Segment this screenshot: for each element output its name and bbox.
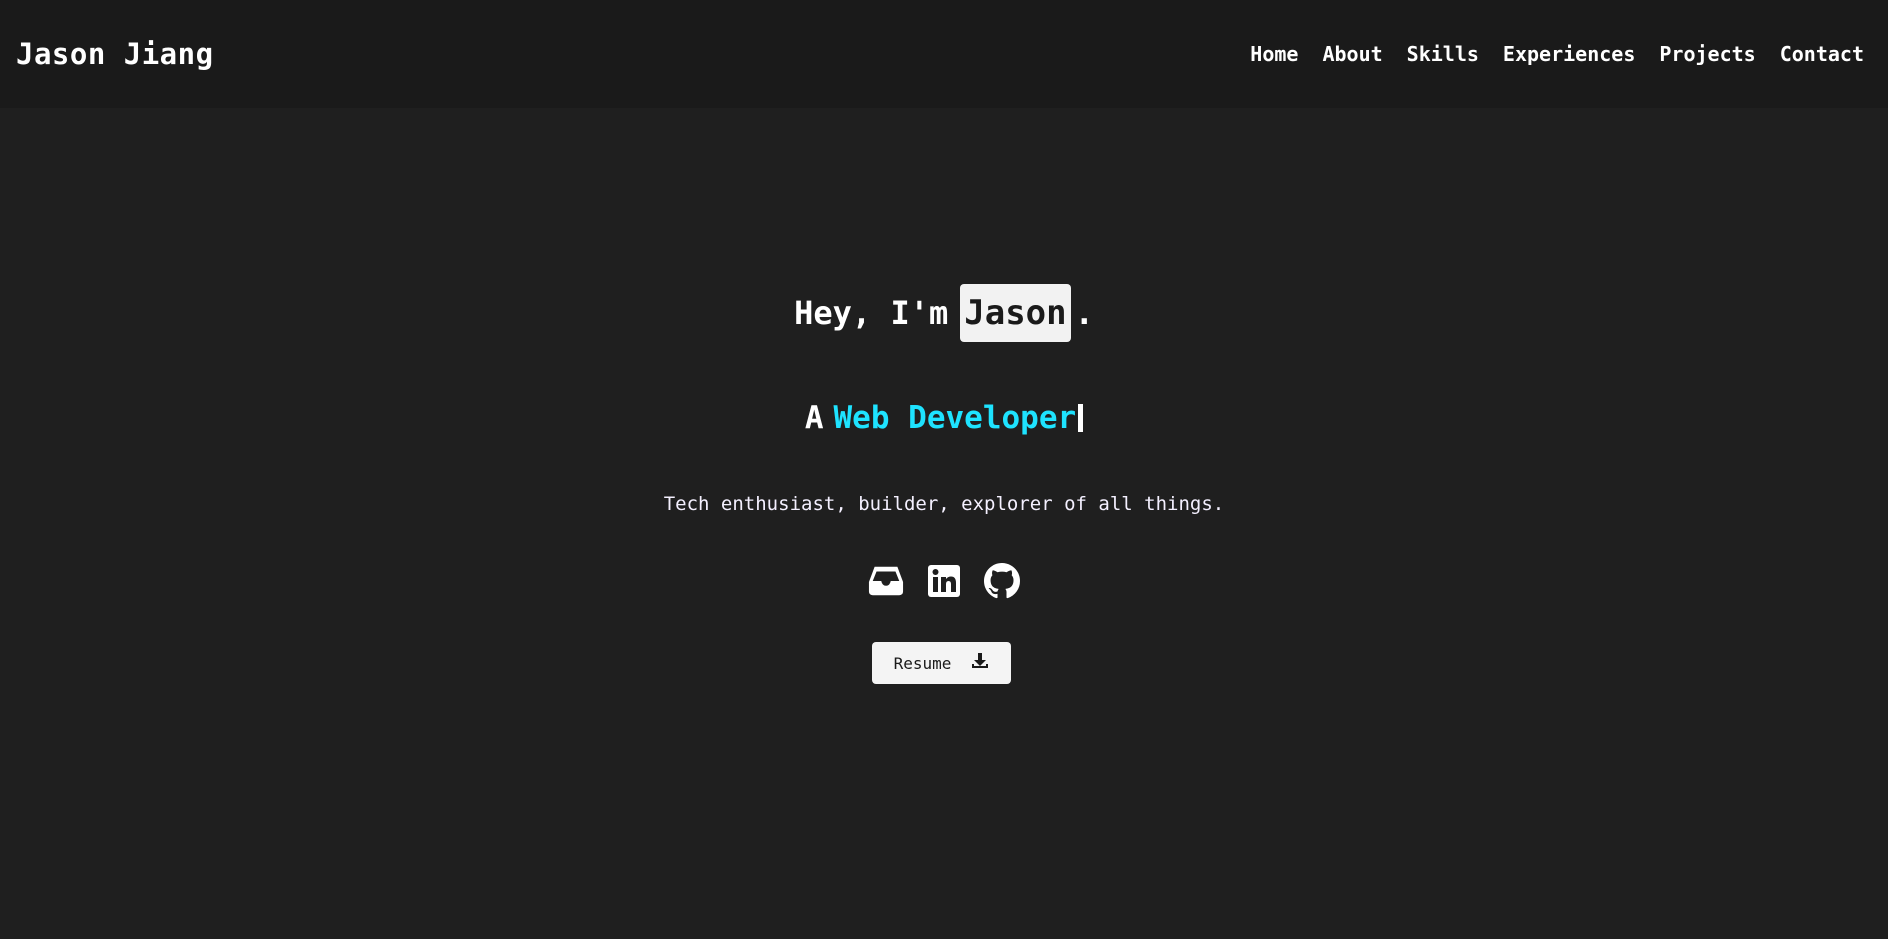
- brand-logo[interactable]: Jason Jiang: [16, 37, 214, 71]
- greeting-prefix: Hey, I'm: [794, 294, 949, 332]
- nav-link-projects[interactable]: Projects: [1659, 42, 1755, 66]
- nav-link-contact[interactable]: Contact: [1780, 42, 1864, 66]
- navbar: Jason Jiang Home About Skills Experience…: [0, 0, 1888, 108]
- greeting-suffix: .: [1074, 294, 1094, 332]
- social-links: [0, 563, 1888, 599]
- hero-section: Hey, I'm Jason . A Web Developer Tech en…: [0, 108, 1888, 939]
- typing-cursor: [1078, 404, 1084, 432]
- role-heading: A Web Developer: [0, 400, 1888, 436]
- resume-label: Resume: [893, 653, 952, 673]
- role-text: Web Developer: [833, 400, 1077, 436]
- name-highlight: Jason: [960, 284, 1071, 342]
- nav-link-experiences[interactable]: Experiences: [1503, 42, 1635, 66]
- download-icon: [971, 653, 989, 673]
- nav-links: Home About Skills Experiences Projects C…: [1250, 42, 1864, 66]
- tagline: Tech enthusiast, builder, explorer of al…: [663, 493, 1225, 515]
- role-prefix: A: [804, 400, 824, 436]
- nav-link-about[interactable]: About: [1322, 42, 1382, 66]
- nav-link-skills[interactable]: Skills: [1407, 42, 1479, 66]
- greeting-heading: Hey, I'm Jason .: [0, 284, 1888, 342]
- nav-link-home[interactable]: Home: [1250, 42, 1298, 66]
- linkedin-icon[interactable]: [926, 563, 962, 599]
- inbox-icon[interactable]: [868, 563, 904, 599]
- resume-button[interactable]: Resume: [872, 642, 1011, 684]
- github-icon[interactable]: [984, 563, 1020, 599]
